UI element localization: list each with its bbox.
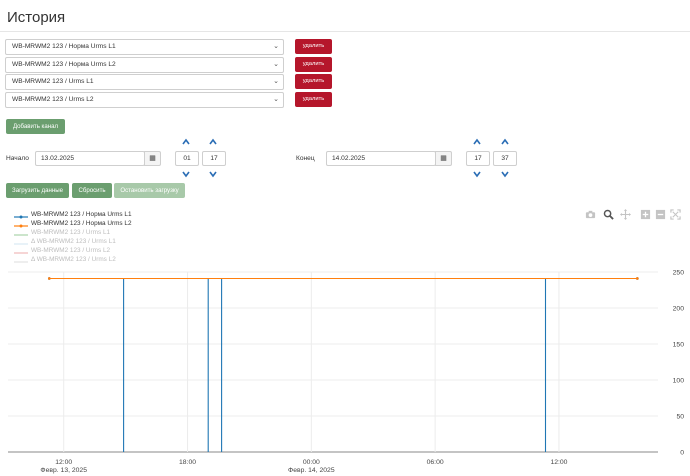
x-tick-sublabel: Февр. 13, 2025 <box>40 467 87 474</box>
y-tick-label: 150 <box>673 342 685 349</box>
legend-label: WB-MRWM2 123 / Urms L2 <box>31 247 111 254</box>
start-label: Начало <box>6 155 29 162</box>
x-axis: 12:00Февр. 13, 202518:00 00:00Февр. 14, 2… <box>40 459 567 474</box>
end-hour-down-icon[interactable] <box>472 170 482 178</box>
legend-line-marker <box>14 252 28 254</box>
history-chart[interactable]: 050100150200250 12:00Февр. 13, 202518:00… <box>0 264 690 476</box>
legend-line-marker <box>14 243 28 245</box>
channel-select-label: WB-MRWM2 123 / Urms L2 <box>12 96 94 103</box>
channel-select-label: WB-MRWM2 123 / Urms L1 <box>12 78 94 85</box>
chevron-down-icon: ⌄ <box>273 43 279 50</box>
legend-line-marker <box>14 234 28 236</box>
end-minute-up-icon[interactable] <box>500 138 510 146</box>
calendar-icon[interactable]: ▦ <box>435 151 452 166</box>
reset-button[interactable]: Сбросить <box>72 183 112 198</box>
channel-select-4[interactable]: WB-MRWM2 123 / Urms L2 ⌄ <box>5 92 284 108</box>
y-tick-label: 50 <box>676 414 684 421</box>
page-title: История <box>7 9 66 26</box>
channel-select-3[interactable]: WB-MRWM2 123 / Urms L1 ⌄ <box>5 74 284 90</box>
legend-label: WB-MRWM2 123 / Норма Urms L2 <box>31 220 132 227</box>
x-tick-label: 06:00 <box>427 459 444 466</box>
legend-label: Δ WB-MRWM2 123 / Urms L2 <box>31 256 116 263</box>
start-hour-input[interactable]: 01 <box>175 151 199 166</box>
chevron-down-icon: ⌄ <box>273 78 279 85</box>
start-minute-input[interactable]: 17 <box>202 151 226 166</box>
legend-label: Δ WB-MRWM2 123 / Urms L1 <box>31 238 116 245</box>
start-hour-down-icon[interactable] <box>181 170 191 178</box>
chart-series <box>47 277 639 453</box>
legend-line-marker <box>14 215 28 219</box>
pan-icon[interactable] <box>620 209 631 220</box>
channel-select-label: WB-MRWM2 123 / Норма Urms L1 <box>12 43 116 50</box>
legend-label: WB-MRWM2 123 / Urms L1 <box>31 229 111 236</box>
x-tick-sublabel: Февр. 14, 2025 <box>288 467 335 474</box>
channel-select-label: WB-MRWM2 123 / Норма Urms L2 <box>12 61 116 68</box>
x-tick-label: 12:00 <box>55 459 72 466</box>
zoom-icon[interactable] <box>603 209 614 220</box>
chevron-down-icon: ⌄ <box>273 96 279 103</box>
delete-channel-button-3[interactable]: удалить <box>295 74 332 89</box>
series-point[interactable] <box>47 277 51 280</box>
y-tick-label: 0 <box>680 450 684 457</box>
y-tick-label: 100 <box>673 378 685 385</box>
title-divider <box>0 31 690 32</box>
end-minute-down-icon[interactable] <box>500 170 510 178</box>
calendar-icon[interactable]: ▦ <box>144 151 161 166</box>
add-channel-button[interactable]: Добавить канал <box>6 119 65 134</box>
zoom-in-icon[interactable] <box>640 209 651 220</box>
legend-line-marker <box>14 224 28 228</box>
stop-loading-button[interactable]: Остановить загрузку <box>114 183 185 198</box>
series-line-1[interactable] <box>49 277 638 453</box>
chart-grid <box>8 271 658 453</box>
delete-channel-button-2[interactable]: удалить <box>295 57 332 72</box>
end-hour-up-icon[interactable] <box>472 138 482 146</box>
start-hour-up-icon[interactable] <box>181 138 191 146</box>
start-minute-up-icon[interactable] <box>208 138 218 146</box>
y-tick-label: 250 <box>673 270 685 277</box>
start-minute-down-icon[interactable] <box>208 170 218 178</box>
legend-label: WB-MRWM2 123 / Норма Urms L1 <box>31 211 132 218</box>
x-tick-label: 00:00 <box>303 459 320 466</box>
autoscale-icon[interactable] <box>670 209 681 220</box>
end-hour-input[interactable]: 17 <box>466 151 490 166</box>
camera-icon[interactable] <box>585 209 596 220</box>
channel-select-2[interactable]: WB-MRWM2 123 / Норма Urms L2 ⌄ <box>5 57 284 73</box>
start-date-input[interactable]: 13.02.2025 <box>35 151 145 166</box>
zoom-out-icon[interactable] <box>655 209 666 220</box>
y-tick-label: 200 <box>673 306 685 313</box>
end-label: Конец <box>296 155 315 162</box>
delete-channel-button-4[interactable]: удалить <box>295 92 332 107</box>
end-date-input[interactable]: 14.02.2025 <box>326 151 436 166</box>
chevron-down-icon: ⌄ <box>273 61 279 68</box>
y-axis: 0 50 100 150 200 250 <box>673 270 685 457</box>
delete-channel-button-1[interactable]: удалить <box>295 39 332 54</box>
x-tick-label: 18:00 <box>179 459 196 466</box>
load-data-button[interactable]: Загрузить данные <box>6 183 69 198</box>
series-point[interactable] <box>636 277 639 280</box>
end-minute-input[interactable]: 37 <box>493 151 517 166</box>
channel-select-1[interactable]: WB-MRWM2 123 / Норма Urms L1 ⌄ <box>5 39 284 55</box>
x-tick-label: 12:00 <box>550 459 567 466</box>
